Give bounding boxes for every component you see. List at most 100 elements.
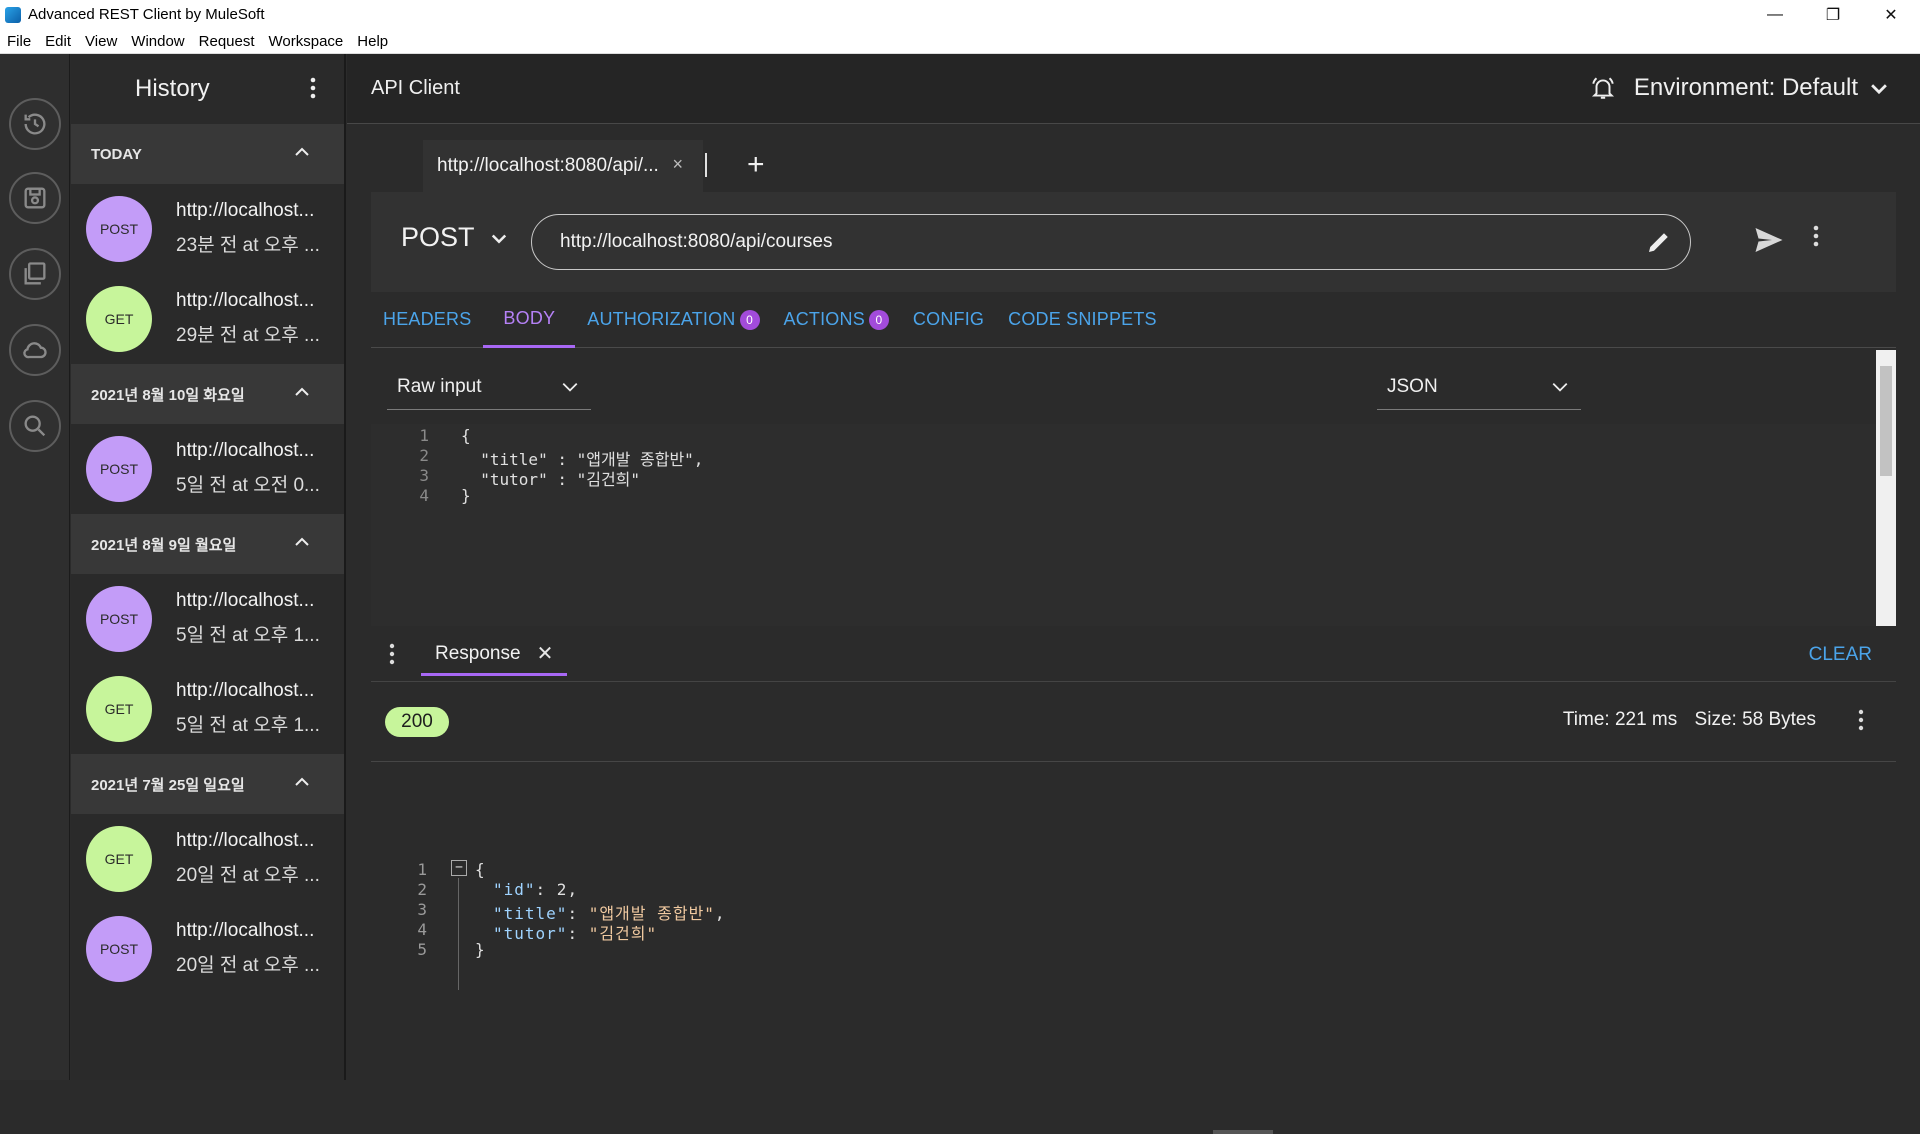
chevron-up-icon[interactable] bbox=[294, 144, 310, 160]
line-number: 4 bbox=[417, 920, 427, 939]
body-panel: Raw input JSON 1 2 3 4 { "title" : "앱개발 … bbox=[371, 350, 1896, 626]
method-badge: GET bbox=[86, 676, 152, 742]
history-item[interactable]: GET http://localhost... 5일 전 at 오후 1... bbox=[71, 664, 344, 754]
history-header: History bbox=[71, 54, 344, 124]
request-bar: POST http://localhost:8080/api/courses bbox=[371, 192, 1896, 292]
json-value: "김건희" bbox=[588, 924, 658, 943]
window-titlebar: Advanced REST Client by MuleSoft — ❐ ✕ bbox=[0, 0, 1920, 29]
menu-file[interactable]: File bbox=[0, 33, 38, 50]
history-group-header[interactable]: 2021년 7월 25일 일요일 bbox=[71, 754, 344, 814]
history-group-header[interactable]: 2021년 8월 10일 화요일 bbox=[71, 364, 344, 424]
editor-type-dropdown[interactable]: Raw input bbox=[387, 364, 591, 410]
request-tabs: http://localhost:8080/api/... × + bbox=[371, 140, 1896, 192]
response-tab[interactable]: Response ✕ bbox=[421, 634, 568, 676]
send-icon[interactable] bbox=[1751, 222, 1787, 258]
environment-label: Environment: Default bbox=[1633, 74, 1858, 101]
history-time: 23분 전 at 오후 ... bbox=[176, 235, 320, 256]
menu-workspace[interactable]: Workspace bbox=[262, 33, 351, 50]
history-title: History bbox=[135, 75, 210, 102]
menu-bar: File Edit View Window Request Workspace … bbox=[0, 29, 1920, 54]
add-tab-button[interactable]: + bbox=[747, 148, 765, 182]
history-url: http://localhost... bbox=[176, 200, 315, 221]
resize-handle[interactable] bbox=[1213, 1130, 1273, 1134]
close-window-icon[interactable]: ✕ bbox=[1862, 0, 1920, 29]
chevron-up-icon[interactable] bbox=[294, 774, 310, 790]
request-tab[interactable]: http://localhost:8080/api/... × bbox=[423, 140, 703, 192]
code-line: { bbox=[461, 426, 471, 445]
line-number: 1 bbox=[417, 860, 427, 879]
history-panel: History TODAY POST http://localhost... 2… bbox=[71, 54, 346, 1080]
save-icon[interactable] bbox=[9, 172, 61, 224]
url-value: http://localhost:8080/api/courses bbox=[560, 231, 833, 252]
tab-body[interactable]: BODY bbox=[483, 292, 576, 348]
minimize-icon[interactable]: — bbox=[1746, 0, 1804, 29]
line-number: 3 bbox=[419, 466, 429, 485]
history-time: 5일 전 at 오후 1... bbox=[176, 625, 320, 646]
response-size: Size: 58 Bytes bbox=[1694, 709, 1816, 730]
tab-authorization[interactable]: AUTHORIZATION 0 bbox=[575, 292, 771, 348]
notification-bell-icon[interactable] bbox=[1590, 75, 1616, 101]
line-number: 1 bbox=[419, 426, 429, 445]
history-group-header[interactable]: 2021년 8월 9일 월요일 bbox=[71, 514, 344, 574]
scrollbar-thumb[interactable] bbox=[1880, 366, 1892, 476]
chevron-down-icon[interactable] bbox=[1868, 77, 1890, 99]
more-vert-icon[interactable] bbox=[310, 76, 316, 100]
search-icon[interactable] bbox=[9, 400, 61, 452]
menu-request[interactable]: Request bbox=[192, 33, 262, 50]
actions-count-badge: 0 bbox=[868, 309, 889, 330]
more-vert-icon[interactable] bbox=[1813, 224, 1819, 248]
editor-scrollbar[interactable] bbox=[1876, 350, 1896, 626]
menu-edit[interactable]: Edit bbox=[38, 33, 78, 50]
code-line: } bbox=[461, 486, 471, 505]
close-tab-icon[interactable]: × bbox=[672, 154, 683, 175]
content-type-value: JSON bbox=[1387, 375, 1438, 397]
history-item[interactable]: GET http://localhost... 20일 전 at 오후 ... bbox=[71, 814, 344, 904]
history-icon[interactable] bbox=[9, 98, 61, 150]
nav-rail bbox=[0, 54, 70, 1080]
history-time: 29분 전 at 오후 ... bbox=[176, 325, 320, 346]
tab-authorization-label: AUTHORIZATION bbox=[587, 309, 736, 329]
group-label: TODAY bbox=[91, 145, 142, 163]
close-response-icon[interactable]: ✕ bbox=[537, 641, 554, 666]
environment-selector[interactable]: Environment: Default bbox=[1590, 74, 1890, 102]
line-number: 5 bbox=[417, 940, 427, 959]
json-key: "tutor" bbox=[493, 924, 568, 943]
history-item[interactable]: POST http://localhost... 20일 전 at 오후 ... bbox=[71, 904, 344, 994]
history-item[interactable]: GET http://localhost... 29분 전 at 오후 ... bbox=[71, 274, 344, 364]
history-url: http://localhost... bbox=[176, 680, 315, 701]
history-group-header[interactable]: TODAY bbox=[71, 124, 344, 184]
more-vert-icon[interactable] bbox=[1858, 708, 1864, 732]
response-meta: Time: 221 ms Size: 58 Bytes bbox=[1551, 709, 1816, 731]
line-number: 2 bbox=[419, 446, 429, 465]
main-area: API Client Environment: Default http://l… bbox=[347, 54, 1920, 1134]
menu-help[interactable]: Help bbox=[350, 33, 395, 50]
code-line: "tutor": "김건희" bbox=[493, 924, 658, 943]
method-badge: POST bbox=[86, 916, 152, 982]
url-input[interactable]: http://localhost:8080/api/courses bbox=[531, 214, 1691, 270]
history-item[interactable]: POST http://localhost... 5일 전 at 오후 1... bbox=[71, 574, 344, 664]
tab-config[interactable]: CONFIG bbox=[901, 292, 996, 348]
menu-window[interactable]: Window bbox=[124, 33, 191, 50]
history-url: http://localhost... bbox=[176, 920, 315, 941]
method-selector[interactable]: POST bbox=[401, 222, 509, 253]
body-code-editor[interactable]: 1 2 3 4 { "title" : "앱개발 종합반", "tutor" :… bbox=[371, 424, 1876, 626]
method-badge: POST bbox=[86, 586, 152, 652]
cloud-icon[interactable] bbox=[9, 324, 61, 376]
projects-icon[interactable] bbox=[9, 248, 61, 300]
tab-actions[interactable]: ACTIONS 0 bbox=[772, 292, 901, 348]
code-line: "tutor" : "김건희" bbox=[461, 470, 641, 489]
tab-headers[interactable]: HEADERS bbox=[371, 292, 483, 348]
chevron-up-icon[interactable] bbox=[294, 534, 310, 550]
response-header: Response ✕ CLEAR bbox=[371, 628, 1896, 682]
chevron-up-icon[interactable] bbox=[294, 384, 310, 400]
menu-view[interactable]: View bbox=[78, 33, 124, 50]
tab-code-snippets[interactable]: CODE SNIPPETS bbox=[996, 292, 1169, 348]
more-vert-icon[interactable] bbox=[389, 642, 395, 666]
fold-toggle-icon[interactable]: − bbox=[451, 860, 467, 876]
history-item[interactable]: POST http://localhost... 23분 전 at 오후 ... bbox=[71, 184, 344, 274]
clear-button[interactable]: CLEAR bbox=[1809, 644, 1872, 666]
restore-icon[interactable]: ❐ bbox=[1804, 0, 1862, 29]
history-item[interactable]: POST http://localhost... 5일 전 at 오전 0... bbox=[71, 424, 344, 514]
content-type-dropdown[interactable]: JSON bbox=[1377, 364, 1581, 410]
edit-pencil-icon[interactable] bbox=[1644, 227, 1674, 257]
